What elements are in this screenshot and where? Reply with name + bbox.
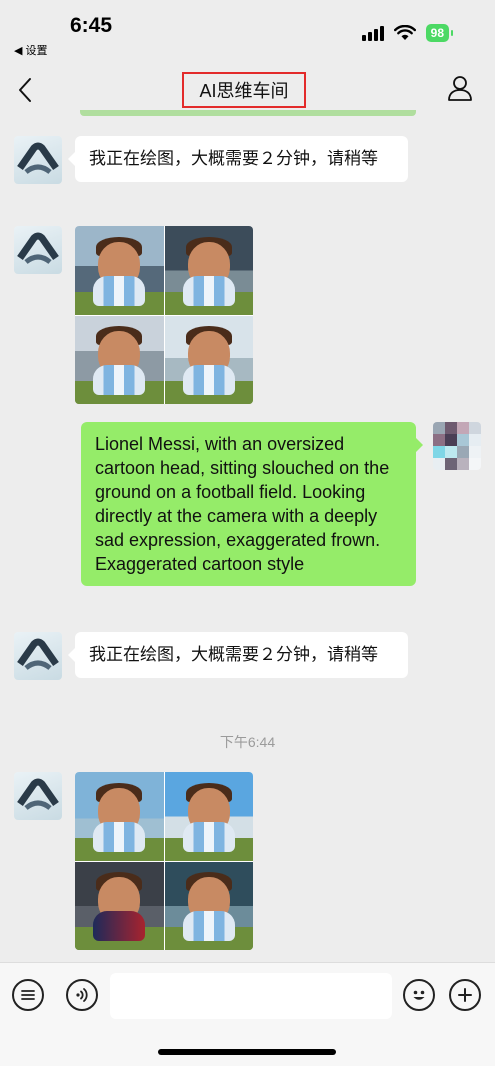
status-icons: 98	[361, 24, 454, 42]
chat-title: AI思维车间	[182, 72, 306, 108]
image-tile	[75, 226, 164, 315]
voice-icon[interactable]	[66, 979, 98, 1011]
bot-logo-icon	[17, 638, 59, 671]
chevron-left-icon[interactable]	[16, 75, 36, 105]
message-list[interactable]: 我正在绘图，大概需要２分钟，请稍等 Lionel Messi, with an …	[0, 116, 495, 962]
plus-icon[interactable]	[449, 979, 481, 1011]
user-avatar[interactable]	[433, 422, 481, 470]
person-icon[interactable]	[447, 74, 473, 102]
status-time: 6:45	[70, 14, 113, 37]
image-tile	[75, 861, 164, 950]
battery-indicator: 98	[425, 24, 454, 42]
message-text: 我正在绘图，大概需要２分钟，请稍等	[89, 645, 378, 664]
emoji-icon[interactable]	[403, 979, 435, 1011]
message-text: 我正在绘图，大概需要２分钟，请稍等	[89, 149, 378, 168]
message-timestamp: 下午6:44	[219, 734, 276, 750]
image-tile	[75, 315, 164, 404]
bot-logo-icon	[17, 232, 59, 265]
message-text: Lionel Messi, with an oversized cartoon …	[95, 434, 390, 574]
generated-image[interactable]	[75, 226, 253, 404]
image-tile	[164, 772, 253, 861]
bot-avatar[interactable]	[14, 226, 62, 274]
list-menu-icon[interactable]	[12, 979, 44, 1011]
bot-message-bubble[interactable]: 我正在绘图，大概需要２分钟，请稍等	[68, 632, 408, 678]
bot-logo-icon	[17, 778, 59, 811]
status-bar: 6:45 ◀ 设置 98	[0, 0, 495, 62]
image-tile	[164, 861, 253, 950]
wifi-icon	[393, 25, 416, 40]
home-indicator	[158, 1049, 336, 1055]
bot-avatar[interactable]	[14, 772, 62, 820]
back-to-app-link[interactable]: ◀ 设置	[14, 42, 48, 58]
chat-header: AI思维车间	[0, 62, 495, 116]
cellular-signal-icon	[361, 25, 384, 41]
bot-avatar[interactable]	[14, 632, 62, 680]
bot-message-bubble[interactable]: 我正在绘图，大概需要２分钟，请稍等	[68, 136, 408, 182]
chat-input-bar	[0, 962, 495, 1066]
message-input[interactable]	[110, 973, 392, 1019]
bot-logo-icon	[17, 142, 59, 175]
image-tile	[75, 772, 164, 861]
user-message-bubble[interactable]: Lionel Messi, with an oversized cartoon …	[81, 422, 423, 586]
bot-avatar[interactable]	[14, 136, 62, 184]
image-tile	[164, 226, 253, 315]
image-tile	[164, 315, 253, 404]
generated-image[interactable]	[75, 772, 253, 950]
